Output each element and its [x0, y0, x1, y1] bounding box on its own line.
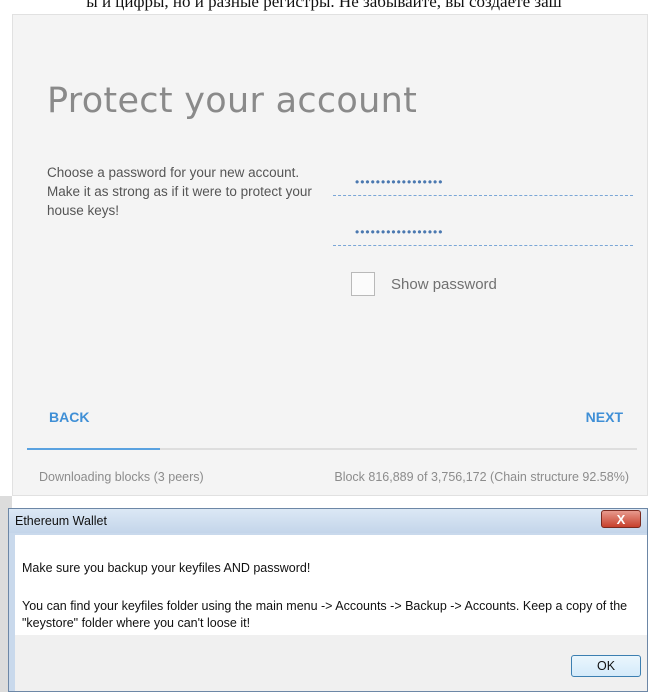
- sync-progress-bar: [27, 448, 637, 450]
- dialog-message-keyfiles: You can find your keyfiles folder using …: [22, 599, 628, 630]
- back-button[interactable]: BACK: [49, 409, 89, 425]
- dialog-titlebar[interactable]: Ethereum Wallet X: [9, 509, 647, 533]
- password-description: Choose a password for your new account. …: [47, 165, 312, 218]
- dialog-message-backup: Make sure you backup your keyfiles AND p…: [22, 561, 311, 575]
- sync-progress-fill: [27, 448, 160, 450]
- dialog-title: Ethereum Wallet: [15, 514, 107, 528]
- peer-status-text: Downloading blocks (3 peers): [39, 470, 204, 484]
- show-password-checkbox[interactable]: [351, 272, 375, 296]
- password-input[interactable]: •••••••••••••••••: [333, 168, 633, 196]
- block-status-text: Block 816,889 of 3,756,172 (Chain struct…: [334, 470, 629, 484]
- dialog-body: Make sure you backup your keyfiles AND p…: [15, 535, 647, 635]
- show-password-row[interactable]: Show password: [351, 271, 497, 297]
- close-button[interactable]: X: [601, 510, 641, 528]
- page-title: Protect your account: [47, 81, 418, 121]
- wallet-window: Protect your account Choose a password f…: [12, 14, 648, 496]
- repeat-password-masked-value: •••••••••••••••••: [355, 225, 444, 239]
- alert-dialog: Ethereum Wallet X Make sure you backup y…: [8, 508, 648, 692]
- ok-button[interactable]: OK: [571, 655, 641, 677]
- password-masked-value: •••••••••••••••••: [355, 175, 444, 189]
- repeat-password-input[interactable]: •••••••••••••••••: [333, 218, 633, 246]
- show-password-label[interactable]: Show password: [391, 276, 497, 293]
- dialog-footer: OK: [15, 635, 647, 691]
- next-button[interactable]: NEXT: [586, 409, 623, 425]
